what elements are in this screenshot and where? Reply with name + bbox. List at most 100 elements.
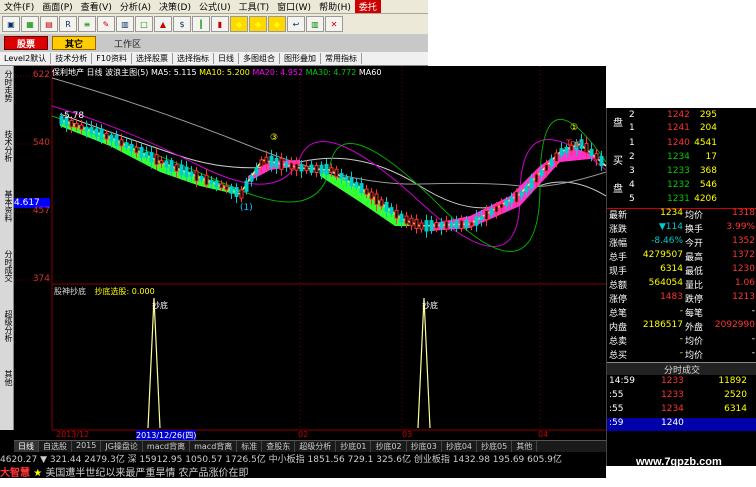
- candle-body: [139, 147, 144, 158]
- candle-body: [159, 159, 164, 165]
- candle-body: [249, 175, 254, 182]
- candle-body: [469, 221, 474, 227]
- left-tab[interactable]: 其他: [1, 370, 13, 386]
- candle-body: [94, 128, 99, 137]
- back-icon[interactable]: ↩: [287, 16, 305, 32]
- subtool-item[interactable]: 多图组合: [239, 53, 280, 64]
- menu-item[interactable]: 窗口(W): [273, 0, 315, 13]
- chart-icon[interactable]: ▲: [154, 16, 172, 32]
- disk-icon[interactable]: ▣: [2, 16, 20, 32]
- rsi-icon[interactable]: R: [59, 16, 77, 32]
- left-tab[interactable]: 超级分析: [1, 310, 13, 342]
- toolbar: ▣ ▦ ▤ R ≡ ✎ ▥ □ ▲ $ ┃ ▮ ◆ ◆ ◆ ↩ ▥ ✕: [0, 14, 428, 34]
- window-icon[interactable]: □: [135, 16, 153, 32]
- menu-item[interactable]: 公式(U): [195, 0, 235, 13]
- stat-row: 总手 4279507 最高 1372: [607, 250, 756, 263]
- stock-name: 保利地产: [52, 68, 84, 77]
- bottom-tab[interactable]: 日线: [14, 441, 39, 452]
- subtool-item[interactable]: 常用指标: [321, 53, 362, 64]
- menu-item[interactable]: 决策(D): [155, 0, 195, 13]
- bottom-tab[interactable]: 查股东: [262, 441, 296, 452]
- candle-body: [189, 171, 194, 177]
- tile-icon[interactable]: ▥: [116, 16, 134, 32]
- bottom-tab[interactable]: 其他: [512, 441, 538, 452]
- bottom-tab[interactable]: 抄底05: [477, 441, 513, 452]
- news-text[interactable]: 美国遭半世纪以来最严重旱情 农产品涨价在即: [45, 468, 248, 478]
- bottom-tab[interactable]: 抄底02: [371, 441, 407, 452]
- diamond-icon[interactable]: ◆: [230, 16, 248, 32]
- brand-logo[interactable]: 大智慧: [0, 468, 30, 478]
- bottom-tab[interactable]: 抄底01: [336, 441, 372, 452]
- grid-icon[interactable]: ▦: [21, 16, 39, 32]
- indicator-name[interactable]: 波浪主图(5): [105, 68, 148, 77]
- chart-area[interactable]: 5.78 ③ ① (1) Top 抄底 抄底: [0, 66, 607, 466]
- candle-body: [244, 180, 249, 192]
- subtool-item[interactable]: 选择股票: [132, 53, 173, 64]
- bottom-tab[interactable]: 2015: [72, 441, 102, 452]
- list-icon[interactable]: ≡: [78, 16, 96, 32]
- ask-volume: 295: [699, 110, 717, 120]
- menu-item[interactable]: 文件(F): [0, 0, 38, 13]
- workspace-tab[interactable]: 工作区: [114, 37, 141, 50]
- date-03: 03: [402, 430, 413, 439]
- ma60-value: MA60: [358, 68, 382, 77]
- subtool-item[interactable]: Level2默认: [0, 53, 52, 64]
- diamond-icon[interactable]: ◆: [268, 16, 286, 32]
- star-icon: ★: [33, 468, 43, 478]
- candle-body: [79, 124, 84, 130]
- subtool-item[interactable]: 技术分析: [51, 53, 93, 64]
- money-icon[interactable]: $: [173, 16, 191, 32]
- candle-body: [209, 179, 214, 185]
- left-tab[interactable]: 技术分析: [1, 130, 13, 162]
- candle-body: [439, 221, 444, 229]
- subtool-item[interactable]: 图形叠加: [280, 53, 321, 64]
- bottom-tab[interactable]: 抄底03: [407, 441, 442, 452]
- subtool-item[interactable]: 选择指标: [173, 53, 214, 64]
- bid-level: 4: [629, 180, 635, 190]
- ask-row: 2 1242 295: [607, 110, 756, 123]
- stock-button[interactable]: 股票: [4, 36, 49, 50]
- bottom-tab[interactable]: macd背离: [143, 441, 191, 452]
- signal-label: 抄底: [152, 300, 168, 310]
- tile-icon[interactable]: ▥: [306, 16, 324, 32]
- candle-body: [179, 164, 184, 176]
- bottom-tab[interactable]: JG操盘论: [101, 441, 143, 452]
- bottom-tab[interactable]: 标准: [237, 441, 263, 452]
- left-tab[interactable]: 分时走势: [1, 70, 13, 102]
- bid-price: 1240: [667, 138, 690, 148]
- other-button[interactable]: 其它: [52, 36, 97, 50]
- candle-body: [234, 187, 239, 197]
- bid-row: 2 1234 17: [607, 152, 756, 165]
- diamond-icon[interactable]: ◆: [249, 16, 267, 32]
- subtool-item[interactable]: 日线: [214, 53, 239, 64]
- candle-body: [279, 157, 284, 170]
- subtool-item[interactable]: F10资料: [92, 53, 132, 64]
- date-bar: 2013/12 2013/12/26(四) 02 03 04: [14, 430, 606, 441]
- bars-icon[interactable]: ▤: [40, 16, 58, 32]
- candle-body: [164, 160, 169, 168]
- tools-icon[interactable]: ✎: [97, 16, 115, 32]
- bottom-tab[interactable]: 自选股: [39, 441, 72, 452]
- menu-item[interactable]: 工具(T): [235, 0, 274, 13]
- menu-item[interactable]: 画面(P): [38, 0, 76, 13]
- close-icon[interactable]: ✕: [325, 16, 343, 32]
- ask-level: 2: [629, 110, 635, 120]
- candle-body: [554, 152, 559, 163]
- menu-item[interactable]: 查看(V): [77, 0, 116, 13]
- bottom-tab[interactable]: 抄底04: [442, 441, 478, 452]
- price-label-457: 457: [32, 206, 50, 216]
- bid-level: 5: [629, 194, 635, 204]
- left-tab[interactable]: 基本资料: [1, 190, 13, 222]
- bottom-tab[interactable]: macd背离: [190, 441, 238, 452]
- candle-body: [219, 183, 224, 189]
- left-tab[interactable]: 分时成交: [1, 250, 13, 282]
- bottom-tab[interactable]: 超级分析: [295, 441, 337, 452]
- menu-item[interactable]: 委托: [354, 0, 381, 13]
- sub-indicator-name[interactable]: 股神抄底: [54, 287, 86, 296]
- candle-body: [314, 164, 319, 174]
- candle-icon[interactable]: ┃: [192, 16, 210, 32]
- menu-item[interactable]: 帮助(H): [315, 0, 355, 13]
- bar-icon[interactable]: ▮: [211, 16, 229, 32]
- menu-item[interactable]: 分析(A): [116, 0, 155, 13]
- tick-price: 1233: [661, 376, 684, 386]
